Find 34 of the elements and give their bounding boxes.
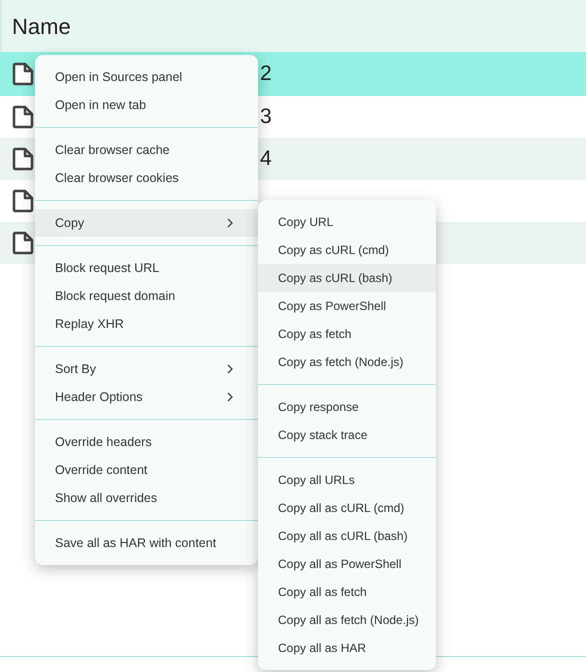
menu-item[interactable]: Block request domain <box>35 282 258 310</box>
menu-item[interactable]: Copy as cURL (bash) <box>258 264 436 292</box>
menu-item[interactable]: Open in Sources panel <box>35 63 258 91</box>
menu-item[interactable]: Copy all as HAR <box>258 634 436 662</box>
column-header[interactable]: Name <box>0 0 586 52</box>
menu-item[interactable]: Copy as fetch <box>258 320 436 348</box>
menu-item[interactable]: Copy all as fetch <box>258 578 436 606</box>
row-text: 3 <box>260 104 272 130</box>
menu-item[interactable]: Clear browser cache <box>35 136 258 164</box>
chevron-right-icon <box>226 364 234 374</box>
menu-item[interactable]: Copy stack trace <box>258 421 436 449</box>
menu-item[interactable]: Copy all as cURL (bash) <box>258 522 436 550</box>
menu-item[interactable]: Header Options <box>35 383 258 411</box>
chevron-right-icon <box>226 218 234 228</box>
menu-item[interactable]: Copy as fetch (Node.js) <box>258 348 436 376</box>
menu-item[interactable]: Copy URL <box>258 208 436 236</box>
menu-item[interactable]: Copy response <box>258 393 436 421</box>
row-text: 4 <box>260 146 272 172</box>
row-text: 2 <box>260 61 272 88</box>
menu-item[interactable]: Copy <box>35 209 258 237</box>
menu-item[interactable]: Copy as PowerShell <box>258 292 436 320</box>
menu-item[interactable]: Copy all as fetch (Node.js) <box>258 606 436 634</box>
menu-item[interactable]: Copy all URLs <box>258 466 436 494</box>
menu-item[interactable]: Copy all as PowerShell <box>258 550 436 578</box>
menu-item[interactable]: Override content <box>35 456 258 484</box>
chevron-right-icon <box>226 392 234 402</box>
menu-item[interactable]: Show all overrides <box>35 484 258 512</box>
menu-item[interactable]: Copy all as cURL (cmd) <box>258 494 436 522</box>
menu-item[interactable]: Replay XHR <box>35 310 258 338</box>
menu-item[interactable]: Override headers <box>35 428 258 456</box>
menu-item[interactable]: Sort By <box>35 355 258 383</box>
menu-item[interactable]: Block request URL <box>35 254 258 282</box>
menu-item[interactable]: Save all as HAR with content <box>35 529 258 557</box>
menu-item[interactable]: Copy as cURL (cmd) <box>258 236 436 264</box>
